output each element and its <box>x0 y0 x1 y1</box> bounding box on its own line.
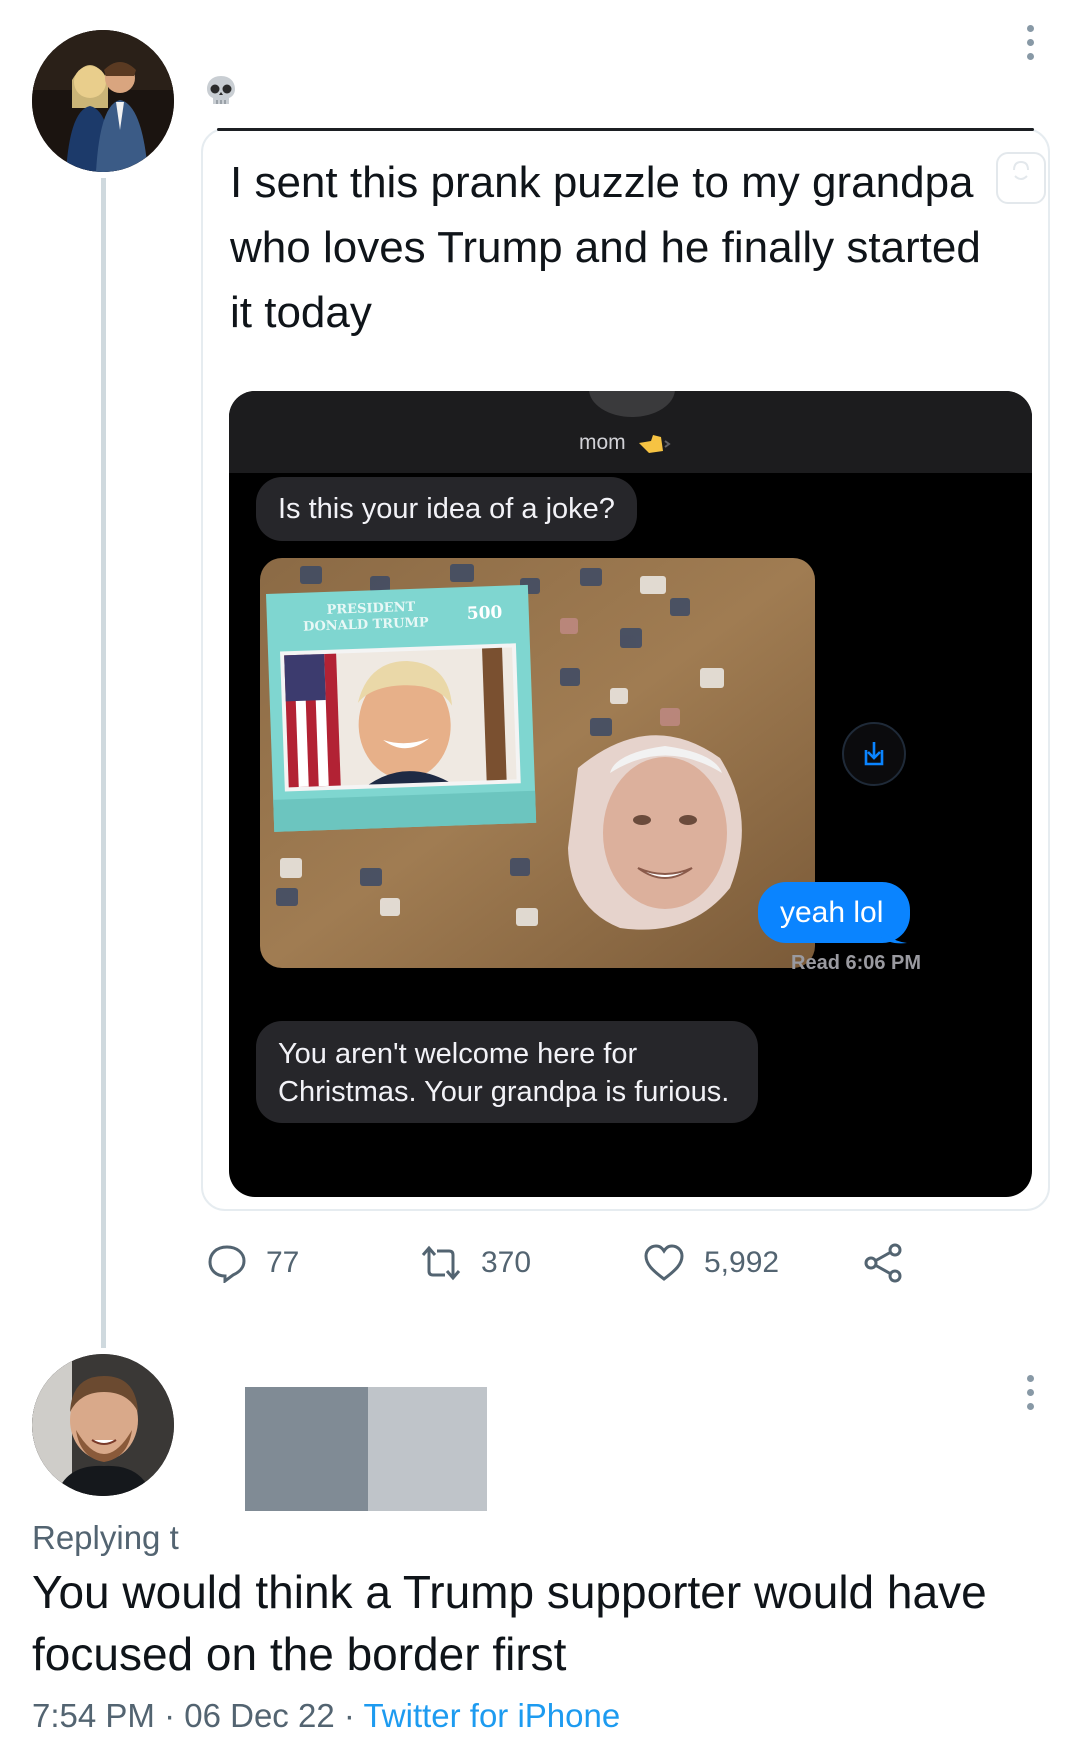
redacted-username-block <box>368 1387 487 1511</box>
more-icon <box>1026 25 1034 32</box>
retweet-count: 370 <box>481 1246 532 1279</box>
like-count: 5,992 <box>704 1246 780 1279</box>
skull-emoji <box>204 74 238 113</box>
tweet-date[interactable]: 06 Dec 22 <box>184 1697 334 1734</box>
quoted-tweet-text: I sent this prank puzzle to my grandpa w… <box>230 158 981 337</box>
message-text: yeah lol <box>780 896 884 929</box>
replying-to-label[interactable]: Replying t <box>32 1519 179 1557</box>
message-text: Is this your idea of a joke? <box>278 493 615 525</box>
reply-author-avatar[interactable] <box>32 1354 174 1496</box>
puzzle-photo[interactable]: PRESIDENT DONALD TRUMP 500 <box>260 558 815 968</box>
reply-count: 77 <box>266 1246 300 1279</box>
bubble-tail <box>881 927 907 944</box>
reply-more-options-button[interactable] <box>1024 1375 1036 1417</box>
puzzle-box-pieces: 500 <box>466 603 502 624</box>
reply-button[interactable]: 77 <box>206 1243 299 1283</box>
tweet-source-link[interactable]: Twitter for iPhone <box>363 1697 620 1734</box>
contact-name: mom <box>579 431 626 454</box>
like-button[interactable]: 5,992 <box>642 1243 779 1283</box>
avatar-photo <box>32 1354 174 1496</box>
share-button[interactable] <box>862 1243 904 1283</box>
tweet-metadata: 7:54 PM · 06 Dec 22 · Twitter for iPhone <box>32 1697 620 1735</box>
author-avatar[interactable] <box>32 30 174 172</box>
tweet-time[interactable]: 7:54 PM <box>32 1697 155 1734</box>
more-options-button[interactable] <box>1024 25 1036 67</box>
like-icon <box>644 1244 684 1281</box>
contact-avatar <box>589 391 675 417</box>
thread-connector-line <box>101 178 106 1348</box>
card-top-divider <box>217 128 1034 131</box>
meta-separator: · <box>343 1697 355 1734</box>
tweet-emoji-text: 💀 <box>204 74 205 75</box>
puzzle-box-title-1: PRESIDENT <box>326 600 415 618</box>
message-bubble-incoming: You aren't welcome here for Christmas. Y… <box>256 1021 758 1123</box>
more-icon <box>1026 1375 1034 1382</box>
conversation-header: mom <box>229 391 1032 473</box>
shopping-bag-icon[interactable] <box>996 152 1046 204</box>
share-icon <box>864 1243 902 1283</box>
avatar-photo <box>32 30 174 172</box>
retweet-icon <box>421 1245 461 1281</box>
redacted-username-block <box>245 1387 368 1511</box>
download-button[interactable] <box>842 722 906 786</box>
reply-tweet-text: You would think a Trump supporter would … <box>32 1566 987 1680</box>
read-receipt: Read 6:06 PM <box>791 952 922 974</box>
retweet-button[interactable]: 370 <box>419 1243 531 1283</box>
message-text: You aren't welcome here for Christmas. Y… <box>278 1038 730 1108</box>
message-bubble-incoming: Is this your idea of a joke? <box>256 477 637 541</box>
pointing-hand-emoji <box>639 435 671 453</box>
meta-separator: · <box>164 1697 176 1734</box>
download-icon <box>864 742 884 766</box>
quoted-media-image[interactable]: mom Is this your idea of a joke? PRESIDE… <box>229 391 1032 1197</box>
tweet-action-bar: 77 370 5,992 <box>0 1243 1080 1283</box>
reply-icon <box>208 1245 246 1283</box>
